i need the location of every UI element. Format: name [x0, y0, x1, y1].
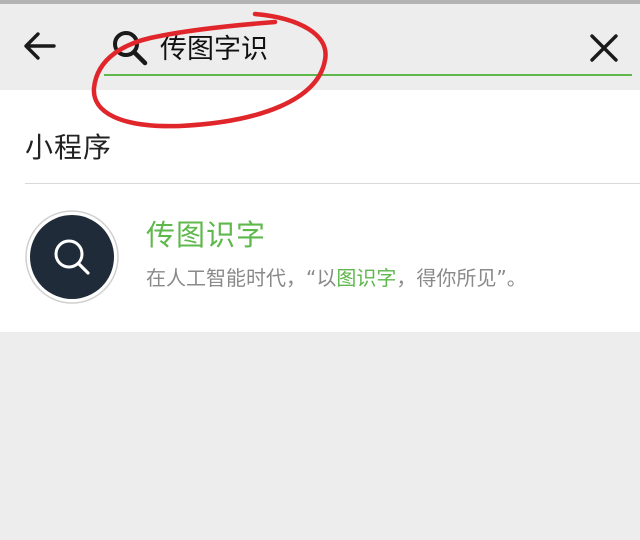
back-button[interactable] [20, 26, 60, 66]
search-input-underline [104, 74, 632, 76]
app-logo [25, 210, 119, 304]
section-title: 小程序 [25, 131, 113, 164]
search-input[interactable] [160, 26, 560, 66]
mini-program-result[interactable]: 传图识字 在人工智能时代，“以图识字，得你所见”。 [0, 184, 640, 332]
clear-button[interactable] [584, 28, 624, 68]
description-highlight: 图识字 [336, 266, 397, 290]
search-bar [0, 4, 640, 90]
description-suffix: ，得你所见”。 [396, 266, 527, 290]
app-name: 传图识字 [146, 218, 267, 252]
search-results: 小程序 传图识字 在人工智能时代，“以图识字，得你所见”。 [0, 90, 640, 332]
app-description: 在人工智能时代，“以图识字，得你所见”。 [146, 262, 527, 291]
arrow-left-icon [24, 32, 56, 60]
close-icon [590, 34, 618, 62]
search-icon [110, 28, 150, 68]
description-prefix: 在人工智能时代，“以 [146, 266, 337, 290]
